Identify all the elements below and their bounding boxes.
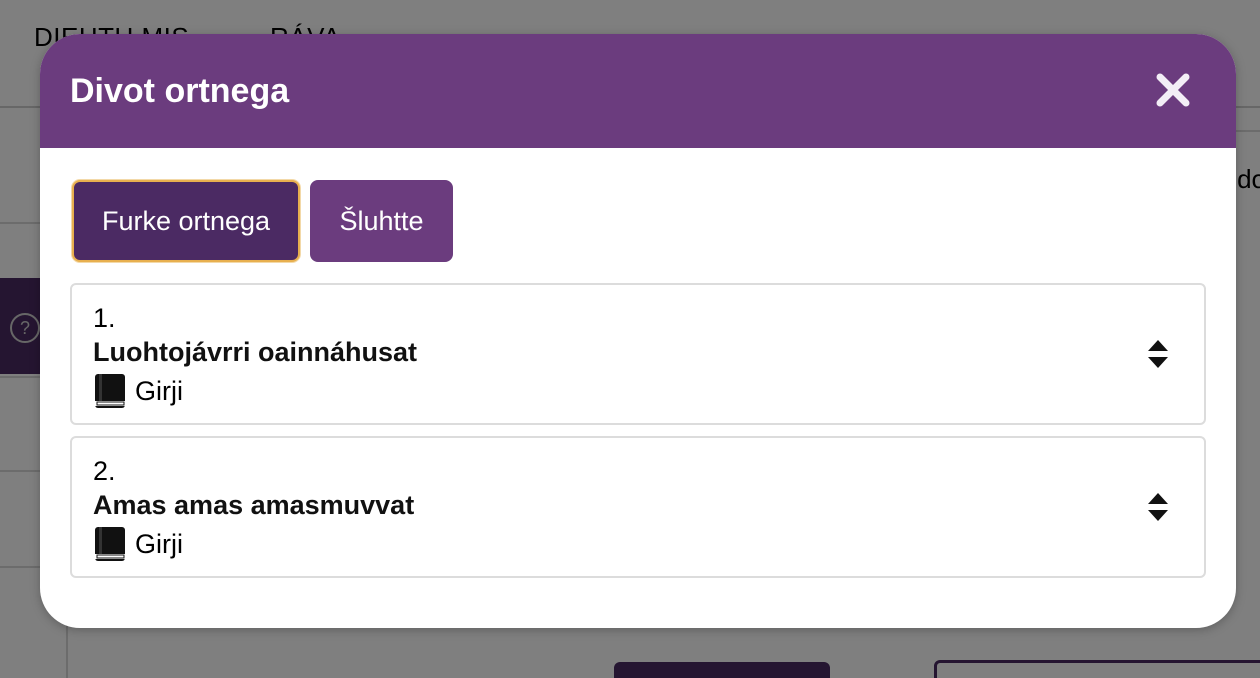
dialog-title: Divot ortnega bbox=[70, 72, 290, 110]
close-text-button[interactable]: Šluhtte bbox=[310, 180, 453, 262]
item-number: 1. bbox=[93, 303, 116, 333]
close-button[interactable] bbox=[1154, 71, 1192, 109]
dialog-header: Divot ortnega bbox=[40, 34, 1236, 148]
book-icon bbox=[95, 527, 125, 561]
item-number: 2. bbox=[93, 456, 116, 486]
item-title: Luohtojávrri oainnáhusat bbox=[93, 337, 418, 367]
sort-order-button[interactable]: Furke ortnega bbox=[72, 180, 300, 262]
book-icon bbox=[95, 374, 125, 408]
sort-dialog: Divot ortnega Furke ortnega Šluhtte 1. L… bbox=[40, 34, 1236, 628]
close-icon bbox=[1156, 73, 1190, 107]
sort-handle-icon[interactable] bbox=[1146, 491, 1170, 523]
list-item[interactable]: 1. Luohtojávrri oainnáhusat Girji bbox=[70, 283, 1206, 425]
item-title: Amas amas amasmuvvat bbox=[93, 490, 415, 520]
sort-handle-icon[interactable] bbox=[1146, 338, 1170, 370]
item-type: Girji bbox=[93, 526, 183, 562]
item-type-label: Girji bbox=[135, 528, 183, 559]
item-type-label: Girji bbox=[135, 375, 183, 406]
list-item[interactable]: 2. Amas amas amasmuvvat Girji bbox=[70, 436, 1206, 578]
item-type: Girji bbox=[93, 373, 183, 409]
